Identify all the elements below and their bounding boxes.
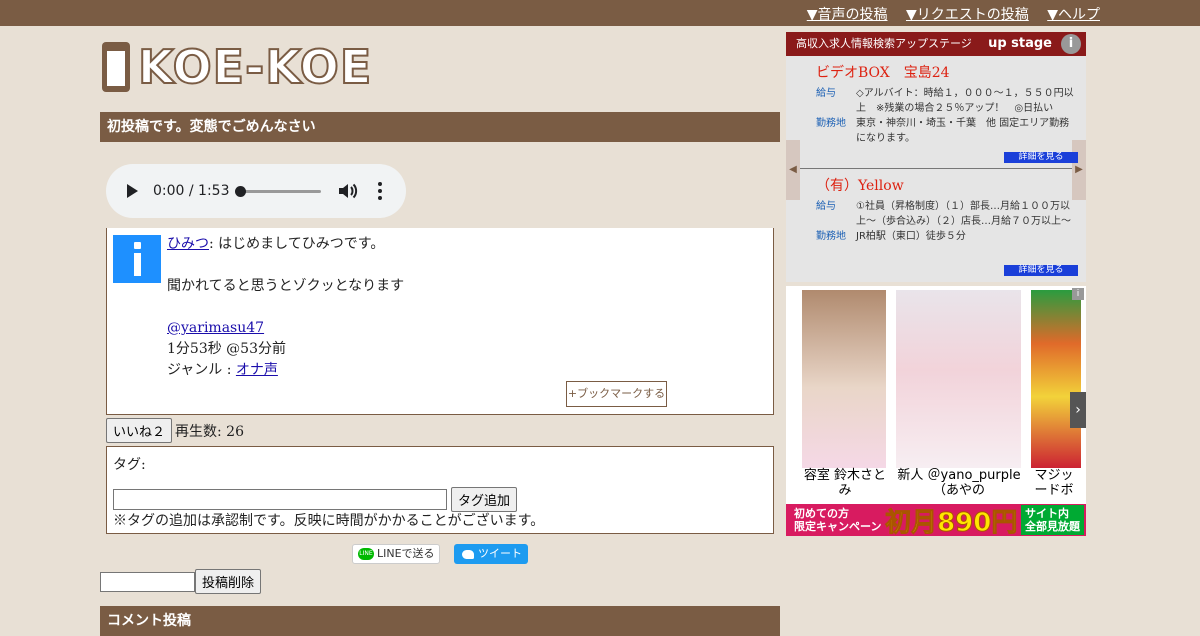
ad-choices-icon[interactable]: i: [1072, 288, 1084, 300]
logo-text: KOE-KOE: [137, 39, 373, 95]
upstage-logo[interactable]: up stage: [988, 32, 1052, 56]
job-divider: [800, 168, 1072, 169]
add-tag-button[interactable]: タグ追加: [451, 487, 518, 512]
audio-progress-bar[interactable]: [235, 186, 321, 197]
bookmark-button[interactable]: +ブックマークする: [566, 381, 667, 407]
job-ad-panel: 高収入求人情報検索アップステージ up stage i ◀ ▶ ビデオBOX 宝…: [786, 32, 1086, 282]
audio-time: 0:00 / 1:53: [153, 183, 230, 199]
play-count: 再生数: 26: [175, 424, 244, 440]
carousel-prev-icon[interactable]: ◀: [786, 140, 800, 200]
video-thumbnail[interactable]: [1031, 290, 1081, 468]
info-avatar-icon: [113, 235, 161, 283]
tag-box: タグ: タグ追加 ※タグの追加は承認制です。反映に時間がかかることがございます。: [106, 446, 774, 534]
campaign-banner[interactable]: 初めての方 限定キャンペーン 初月890円 サイト内 全部見放題: [786, 504, 1086, 536]
main-content: 初投稿です。変態でごめんなさい 0:00 / 1:53 ひみつ: はじめましてひ…: [100, 112, 780, 636]
play-icon[interactable]: [127, 184, 138, 198]
nav-help-link[interactable]: ▼ヘルプ: [1047, 7, 1100, 23]
job-name[interactable]: （有）Yellow: [816, 179, 1078, 194]
location-text: 東京・神奈川・埼玉・千葉 他 固定エリア勤務になります。: [856, 118, 1070, 144]
pay-label: 給与: [816, 88, 836, 99]
delete-post-button[interactable]: 投稿削除: [195, 569, 262, 594]
genre-link[interactable]: オナ声: [236, 362, 278, 378]
video-title[interactable]: 容室 鈴木さとみ: [800, 468, 890, 498]
post-content: ひみつ: はじめましてひみつです。 聞かれてると思うとゾクッとなります @yar…: [167, 234, 404, 381]
phone-logo-icon: [102, 42, 130, 92]
top-bar: ▼音声の投稿 ▼リクエストの投稿 ▼ヘルプ: [0, 0, 1200, 26]
banner-left-text: 初めての方 限定キャンペーン: [794, 507, 882, 533]
job-detail-button[interactable]: 詳細を見る: [1004, 265, 1078, 276]
delete-row: 投稿削除: [100, 569, 262, 594]
job-ad-header: 高収入求人情報検索アップステージ up stage i: [786, 32, 1086, 56]
delete-password-input[interactable]: [100, 571, 195, 592]
video-title[interactable]: マジッードボ: [1029, 468, 1079, 498]
like-row: いいね２ 再生数: 26: [106, 418, 244, 443]
pay-label: 給与: [816, 201, 836, 212]
tweet-button[interactable]: ツイート: [454, 544, 528, 564]
author-link[interactable]: ひみつ: [167, 236, 209, 252]
video-thumbnail[interactable]: [896, 290, 1021, 468]
nav-post-audio-link[interactable]: ▼音声の投稿: [807, 7, 888, 23]
ad-info-icon[interactable]: i: [1061, 34, 1081, 54]
banner-price: 初月890円: [885, 507, 1018, 536]
pay-text: ①社員（昇格制度）（１）部長…月給１００万以上～（歩合込み）（２）店長…月給７０…: [856, 201, 1071, 227]
top-nav: ▼音声の投稿 ▼リクエストの投稿 ▼ヘルプ: [793, 4, 1100, 24]
audio-player[interactable]: 0:00 / 1:53: [106, 164, 406, 218]
location-text: JR柏駅（東口）徒歩５分: [856, 231, 966, 242]
post-box: ひみつ: はじめましてひみつです。 聞かれてると思うとゾクッとなります @yar…: [106, 228, 774, 415]
location-label: 勤務地: [816, 118, 846, 129]
genre-label: ジャンル :: [167, 362, 236, 378]
tag-input[interactable]: [113, 489, 447, 510]
post-title: 初投稿です。変態でごめんなさい: [100, 112, 780, 142]
carousel-next-icon[interactable]: ›: [1070, 392, 1086, 428]
nav-post-request-link[interactable]: ▼リクエストの投稿: [906, 7, 1029, 23]
video-ad-panel: 容室 鈴木さとみ 新人 ＠yano_purple（あやの マジッードボ i › …: [786, 286, 1086, 536]
audio-progress-knob[interactable]: [235, 186, 246, 197]
post-body: 聞かれてると思うとゾクッとなります: [167, 278, 405, 294]
like-button[interactable]: いいね２: [106, 418, 173, 443]
tag-note: ※タグの追加は承認制です。反映に時間がかかることがございます。: [113, 513, 545, 529]
comment-section-title: コメント投稿: [100, 606, 780, 636]
job-ad-header-text: 高収入求人情報検索アップステージ: [796, 37, 972, 50]
twitter-bird-icon: [462, 549, 474, 559]
job-card[interactable]: （有）Yellow 給与 ①社員（昇格制度）（１）部長…月給１００万以上～（歩合込…: [816, 179, 1078, 276]
share-buttons: LINE LINEで送る ツイート: [352, 544, 528, 564]
job-card[interactable]: ビデオBOX 宝島24 給与 ◇アルバイト：時給１，０００～１，５５０円以上 ※残…: [816, 66, 1078, 163]
line-share-label: LINEで送る: [377, 547, 435, 560]
job-detail-button[interactable]: 詳細を見る: [1004, 152, 1078, 163]
volume-icon[interactable]: [338, 182, 358, 200]
tweet-label: ツイート: [478, 547, 522, 560]
location-label: 勤務地: [816, 231, 846, 242]
site-logo[interactable]: KOE-KOE: [102, 39, 372, 95]
banner-right-text: サイト内 全部見放題: [1020, 505, 1084, 535]
tag-label: タグ:: [113, 457, 146, 473]
video-thumbnail[interactable]: [802, 290, 886, 468]
post-meta: 1分53秒 @53分前: [167, 341, 286, 357]
video-title[interactable]: 新人 ＠yano_purple（あやの: [894, 468, 1024, 498]
line-share-button[interactable]: LINE LINEで送る: [352, 544, 440, 564]
pay-text: ◇アルバイト：時給１，０００～１，５５０円以上 ※残業の場合２５％アップ！ ◎日…: [856, 88, 1074, 114]
twitter-handle-link[interactable]: @yarimasu47: [167, 320, 264, 336]
line-icon: LINE: [358, 548, 374, 560]
job-name[interactable]: ビデオBOX 宝島24: [816, 66, 1078, 81]
more-options-icon[interactable]: [378, 182, 382, 200]
post-message: : はじめましてひみつです。: [209, 236, 385, 252]
